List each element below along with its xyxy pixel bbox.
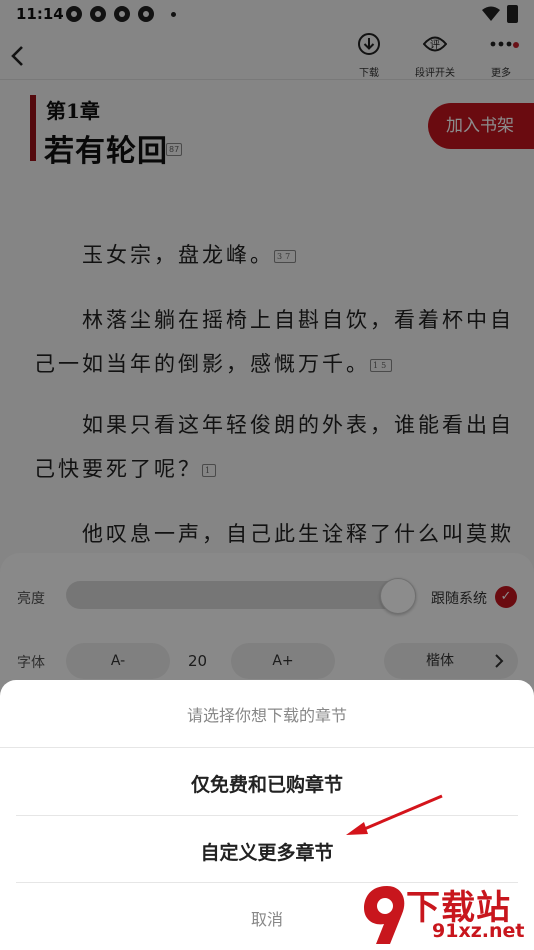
custom-chapters-option[interactable]: 自定义更多章节 (0, 838, 534, 865)
free-and-purchased-option[interactable]: 仅免费和已购章节 (0, 770, 534, 797)
divider (0, 747, 534, 748)
site-watermark: 下载站 91xz.net (362, 878, 534, 950)
site-logo-icon (364, 886, 405, 944)
sheet-prompt: 请选择你想下载的章节 (186, 706, 347, 725)
watermark-url: 91xz.net (432, 920, 525, 942)
red-arrow-annotation (346, 794, 443, 835)
